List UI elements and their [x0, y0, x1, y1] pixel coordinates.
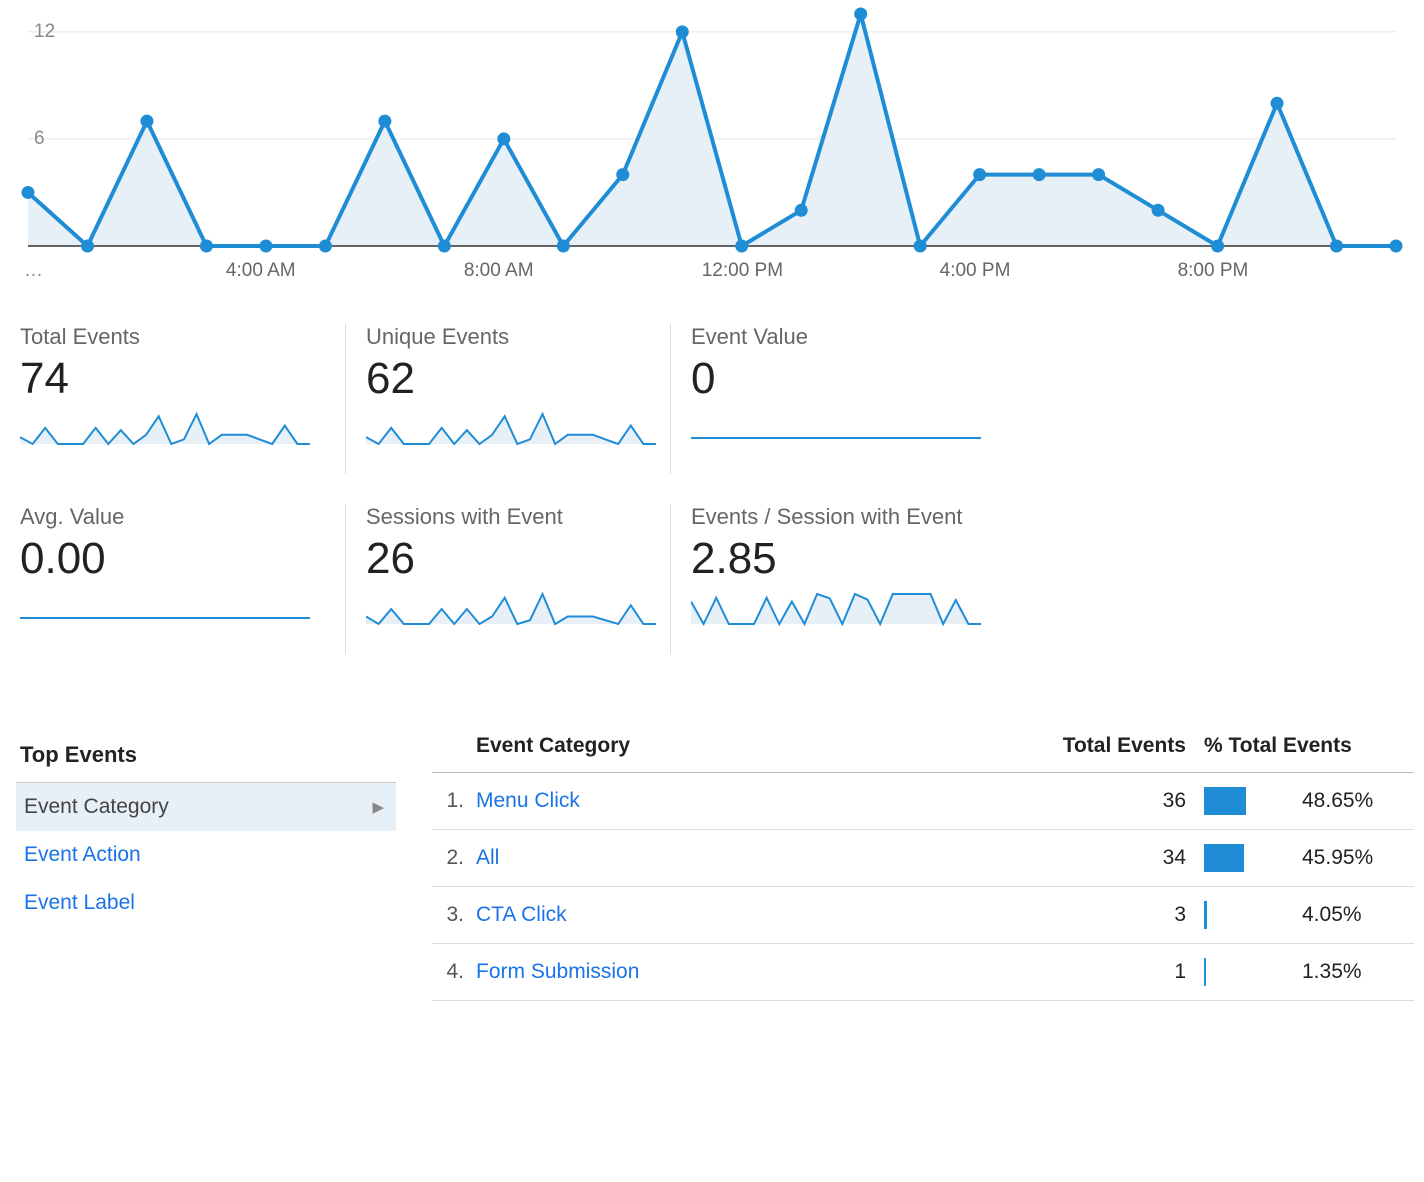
sparkline	[691, 590, 981, 626]
total-events-cell: 34	[1046, 846, 1186, 870]
sidebar-title: Top Events	[16, 734, 396, 783]
stat-card[interactable]: Total Events 74	[20, 324, 345, 474]
pct-bar	[1204, 787, 1290, 815]
stat-card[interactable]: Avg. Value 0.00	[20, 504, 345, 654]
stat-label: Events / Session with Event	[691, 504, 977, 530]
sparkline	[20, 590, 310, 626]
event-category-link[interactable]: Menu Click	[476, 789, 1046, 813]
xtick-label: 12:00 PM	[702, 260, 783, 282]
th-category: Event Category	[476, 734, 1046, 758]
sparkline	[366, 590, 656, 626]
stat-card[interactable]: Events / Session with Event 2.85	[670, 504, 995, 654]
event-category-link[interactable]: Form Submission	[476, 960, 1046, 984]
pct-label: 48.65%	[1302, 789, 1373, 813]
stat-label: Unique Events	[366, 324, 652, 350]
table-row: 1.Menu Click36 48.65%	[432, 773, 1414, 830]
xtick-label: 4:00 AM	[226, 260, 296, 282]
pct-label: 45.95%	[1302, 846, 1373, 870]
sidebar-item[interactable]: Event Action	[16, 831, 396, 879]
event-category-table: Event Category Total Events % Total Even…	[396, 734, 1424, 1001]
xtick-label: 8:00 AM	[464, 260, 534, 282]
stat-value: 0.00	[20, 534, 327, 584]
sidebar-item-label: Event Category	[24, 795, 169, 819]
stat-value: 2.85	[691, 534, 977, 584]
table-row: 2.All34 45.95%	[432, 830, 1414, 887]
ytick-label: 6	[34, 128, 45, 150]
pct-bar	[1204, 958, 1290, 986]
stat-label: Sessions with Event	[366, 504, 652, 530]
row-index: 2.	[432, 846, 476, 870]
total-events-cell: 36	[1046, 789, 1186, 813]
pct-bar	[1204, 901, 1290, 929]
sidebar-item[interactable]: Event Category ▶	[16, 783, 396, 831]
stat-card[interactable]: Sessions with Event 26	[345, 504, 670, 654]
stat-value: 74	[20, 354, 327, 404]
sparkline	[691, 410, 981, 446]
event-category-link[interactable]: All	[476, 846, 1046, 870]
stat-label: Event Value	[691, 324, 977, 350]
pct-bar	[1204, 844, 1290, 872]
stat-value: 62	[366, 354, 652, 404]
th-index	[432, 734, 476, 758]
th-pct-total-events: % Total Events	[1186, 734, 1414, 758]
sidebar-item-label: Event Action	[24, 843, 141, 867]
sidebar-item[interactable]: Event Label	[16, 879, 396, 927]
sparkline	[366, 410, 656, 446]
stat-cards: Total Events 74 Unique Events 62 Event Value…	[0, 300, 1424, 664]
chevron-right-icon: ▶	[372, 798, 384, 816]
row-index: 1.	[432, 789, 476, 813]
row-index: 3.	[432, 903, 476, 927]
xtick-ellipsis: …	[24, 260, 43, 282]
sidebar-item-label: Event Label	[24, 891, 135, 915]
pct-label: 4.05%	[1302, 903, 1362, 927]
stat-card[interactable]: Event Value 0	[670, 324, 995, 474]
ytick-label: 12	[34, 21, 55, 43]
xtick-label: 4:00 PM	[940, 260, 1011, 282]
stat-value: 26	[366, 534, 652, 584]
table-row: 3.CTA Click3 4.05%	[432, 887, 1414, 944]
top-events-sidebar: Top Events Event Category ▶ Event Action Ev…	[16, 734, 396, 1001]
event-category-link[interactable]: CTA Click	[476, 903, 1046, 927]
total-events-cell: 3	[1046, 903, 1186, 927]
row-index: 4.	[432, 960, 476, 984]
th-total-events: Total Events	[1046, 734, 1186, 758]
stat-card[interactable]: Unique Events 62	[345, 324, 670, 474]
xtick-label: 8:00 PM	[1178, 260, 1249, 282]
pct-cell: 1.35%	[1186, 958, 1414, 986]
pct-cell: 48.65%	[1186, 787, 1414, 815]
pct-cell: 4.05%	[1186, 901, 1414, 929]
stat-label: Avg. Value	[20, 504, 327, 530]
sparkline	[20, 410, 310, 446]
pct-cell: 45.95%	[1186, 844, 1414, 872]
total-events-cell: 1	[1046, 960, 1186, 984]
pct-label: 1.35%	[1302, 960, 1362, 984]
stat-value: 0	[691, 354, 977, 404]
stat-label: Total Events	[20, 324, 327, 350]
table-row: 4.Form Submission1 1.35%	[432, 944, 1414, 1001]
main-line-chart: … 6 12 4:00 AM 8:00 AM 12:00 PM 4:00 PM 8:00 P…	[0, 0, 1424, 300]
